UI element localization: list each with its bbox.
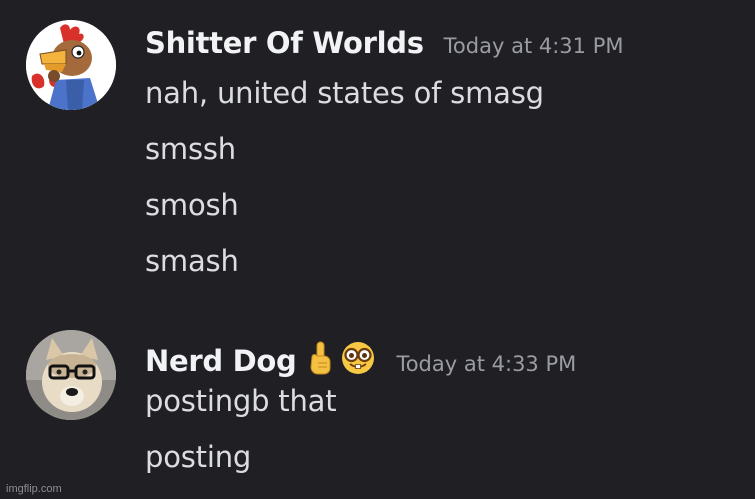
timestamp[interactable]: Today at 4:31 PM (444, 34, 624, 58)
index-pointing-up-emoji-icon (310, 341, 331, 375)
username-emojis (308, 340, 376, 376)
message-group-nerd-dog: Nerd Dog Today at 4:33 PM postingb that … (0, 318, 755, 499)
avatar[interactable] (26, 330, 116, 420)
cartoon-rooster-avatar-icon (26, 20, 116, 110)
nerd-face-emoji-icon (342, 342, 375, 374)
avatar[interactable] (26, 20, 116, 110)
dog-with-glasses-avatar-icon (26, 330, 116, 420)
message-line: smash (145, 244, 239, 278)
message-group-shitter-of-worlds: Shitter Of Worlds Today at 4:31 PM nah, … (0, 0, 755, 300)
username[interactable]: Nerd Dog (145, 344, 297, 378)
message-line: smosh (145, 188, 239, 222)
message-line: postingb that (145, 384, 337, 418)
message-line: smssh (145, 132, 236, 166)
watermark: imgflip.com (6, 483, 62, 495)
message-header: Nerd Dog Today at 4:33 PM (145, 336, 576, 378)
message-line: nah, united states of smasg (145, 76, 544, 110)
message-line: posting (145, 440, 252, 474)
timestamp[interactable]: Today at 4:33 PM (396, 352, 576, 376)
message-header: Shitter Of Worlds Today at 4:31 PM (145, 26, 623, 60)
username[interactable]: Shitter Of Worlds (145, 26, 424, 60)
